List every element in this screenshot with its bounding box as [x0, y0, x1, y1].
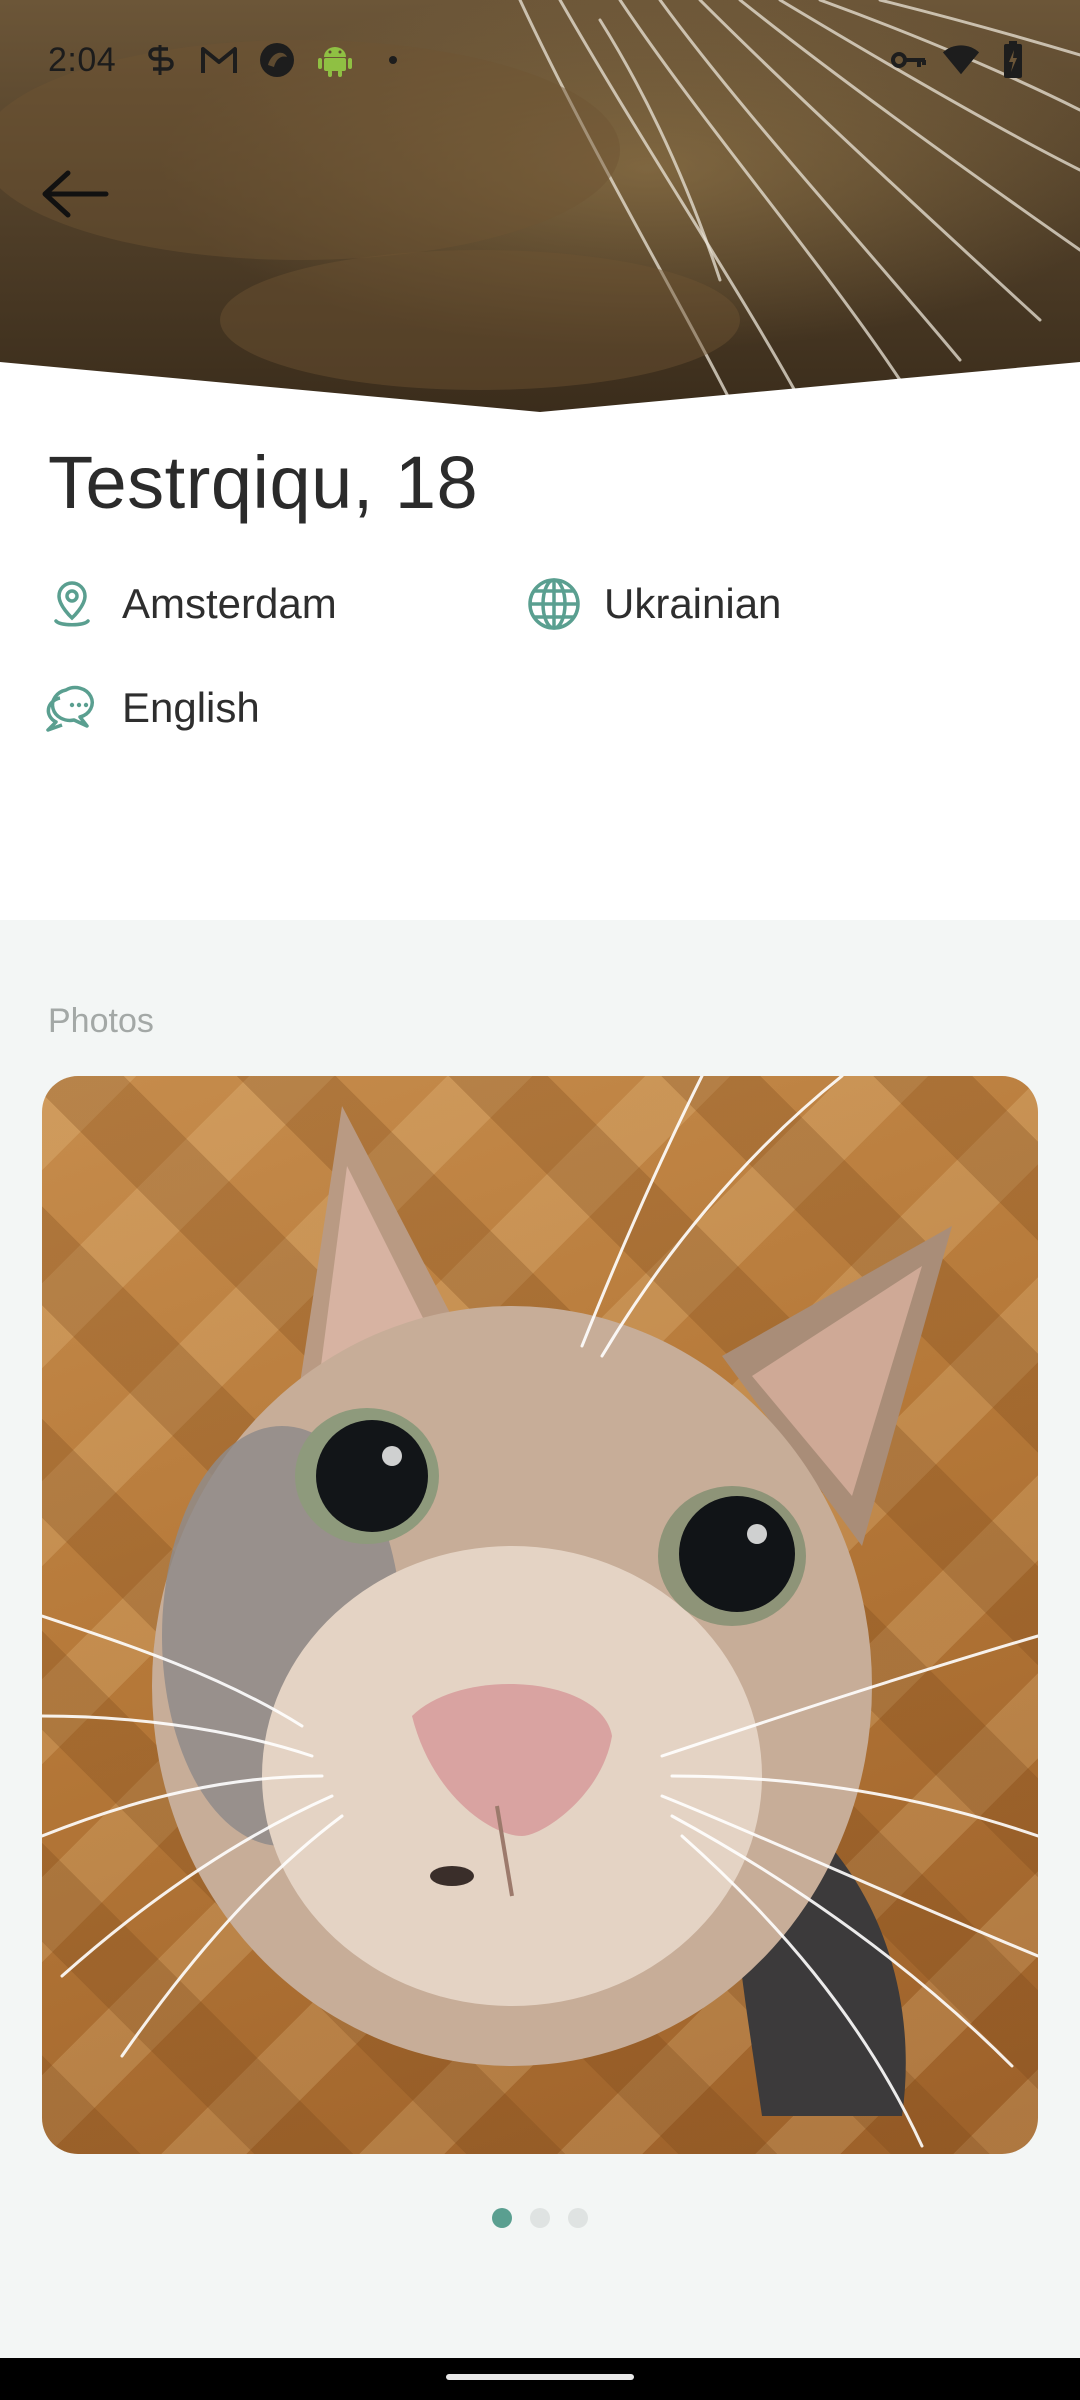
carousel-dot-3[interactable]	[568, 2208, 588, 2228]
photo-carousel-image[interactable]	[42, 1076, 1038, 2154]
nationality-text: Ukrainian	[604, 580, 782, 627]
android-icon	[316, 41, 354, 79]
s-icon	[142, 41, 180, 79]
arrow-left-icon	[40, 169, 110, 224]
profile-name-age: Testrqiqu, 18	[48, 441, 479, 524]
header-angled-edge	[0, 362, 1080, 420]
gmail-icon	[200, 41, 238, 79]
photos-section: Photos	[0, 920, 1080, 2360]
carousel-dot-2[interactable]	[530, 2208, 550, 2228]
cat-photo-illustration	[42, 1076, 1038, 2148]
battery-icon	[994, 41, 1032, 79]
globe-icon	[526, 576, 582, 632]
back-button[interactable]	[30, 160, 120, 232]
language-item: English	[44, 678, 260, 738]
location-pin-icon	[44, 576, 100, 632]
header-cover-photo: 2:04	[0, 0, 1080, 420]
status-time: 2:04	[48, 40, 117, 79]
key-icon	[890, 41, 928, 79]
system-navigation-bar	[0, 2358, 1080, 2400]
carousel-dot-1[interactable]	[492, 2208, 512, 2228]
status-bar: 2:04	[0, 0, 1080, 120]
dot-icon	[374, 41, 412, 79]
language-text: English	[122, 684, 260, 731]
nationality-item: Ukrainian	[526, 574, 781, 634]
location-item: Amsterdam	[44, 574, 337, 634]
profile-info: Testrqiqu, 18 Amsterdam Ukrainian Englis…	[0, 420, 1080, 920]
photos-section-title: Photos	[48, 1002, 154, 1040]
carousel-page-indicator	[0, 2208, 1080, 2228]
location-text: Amsterdam	[122, 580, 337, 627]
wifi-icon	[942, 41, 980, 79]
chat-bubbles-icon	[44, 680, 100, 736]
dolphin-icon	[258, 41, 296, 79]
home-gesture-handle[interactable]	[446, 2374, 634, 2380]
